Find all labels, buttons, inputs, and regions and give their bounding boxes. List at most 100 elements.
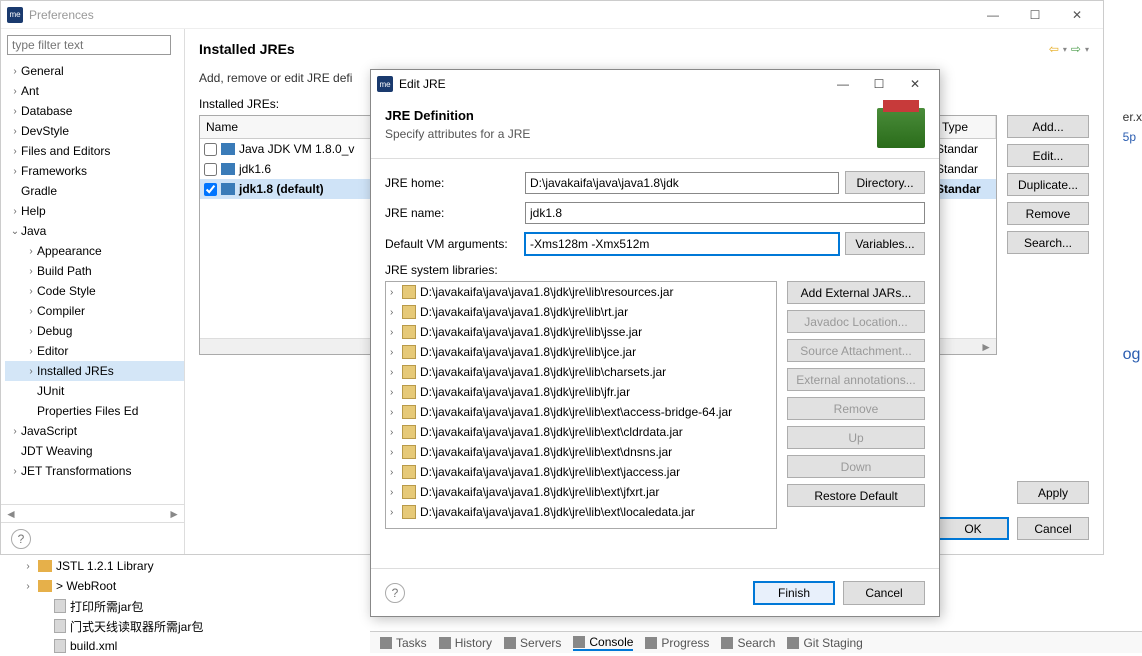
expand-icon[interactable]: › [9, 86, 21, 97]
dialog-minimize-button[interactable]: — [825, 72, 861, 96]
side-button[interactable]: Search... [1007, 231, 1089, 254]
tree-item[interactable]: ›General [5, 61, 184, 81]
lib-item[interactable]: ›D:\javakaifa\java\java1.8\jdk\jre\lib\e… [386, 462, 776, 482]
bottom-tab[interactable]: Git Staging [787, 636, 862, 650]
back-menu-icon[interactable]: ▾ [1063, 45, 1067, 54]
jre-checkbox[interactable] [204, 143, 217, 156]
dialog-close-button[interactable]: ✕ [897, 72, 933, 96]
expand-icon[interactable]: › [9, 126, 21, 137]
bottom-tab[interactable]: Search [721, 636, 775, 650]
dialog-side-button[interactable]: Restore Default [787, 484, 925, 507]
forward-menu-icon[interactable]: ▾ [1085, 45, 1089, 54]
directory-button[interactable]: Directory... [845, 171, 925, 194]
expand-icon[interactable]: › [25, 286, 37, 297]
lib-item[interactable]: ›D:\javakaifa\java\java1.8\jdk\jre\lib\e… [386, 442, 776, 462]
finish-button[interactable]: Finish [753, 581, 835, 605]
expand-icon[interactable]: › [9, 466, 21, 477]
expand-icon[interactable]: › [390, 487, 402, 498]
expand-icon[interactable]: › [390, 427, 402, 438]
proj-item[interactable]: build.xml [12, 636, 203, 656]
tree-item[interactable]: ›Build Path [5, 261, 184, 281]
dialog-maximize-button[interactable]: ☐ [861, 72, 897, 96]
tree-item[interactable]: ⌄Java [5, 221, 184, 241]
filter-input[interactable] [7, 35, 171, 55]
expand-icon[interactable]: › [9, 206, 21, 217]
close-button[interactable]: ✕ [1057, 3, 1097, 27]
expand-icon[interactable]: › [9, 166, 21, 177]
lib-item[interactable]: ›D:\javakaifa\java\java1.8\jdk\jre\lib\e… [386, 422, 776, 442]
tree-item[interactable]: ›Appearance [5, 241, 184, 261]
tree-item[interactable]: ›Ant [5, 81, 184, 101]
lib-item[interactable]: ›D:\javakaifa\java\java1.8\jdk\jre\lib\e… [386, 482, 776, 502]
expand-icon[interactable]: › [22, 581, 34, 592]
lib-item[interactable]: ›D:\javakaifa\java\java1.8\jdk\jre\lib\j… [386, 382, 776, 402]
dialog-help-icon[interactable]: ? [385, 583, 405, 603]
proj-item[interactable]: 打印所需jar包 [12, 596, 203, 616]
expand-icon[interactable]: › [25, 246, 37, 257]
tree-item[interactable]: Properties Files Ed [5, 401, 184, 421]
expand-icon[interactable]: › [9, 146, 21, 157]
jre-checkbox[interactable] [204, 163, 217, 176]
jre-home-input[interactable] [525, 172, 839, 194]
vmargs-input[interactable] [525, 233, 839, 255]
expand-icon[interactable]: › [390, 387, 402, 398]
bottom-tabs[interactable]: Tasks History Servers Console Progress Search… [370, 631, 1142, 653]
back-icon[interactable]: ⇦ [1049, 42, 1059, 56]
variables-button[interactable]: Variables... [845, 232, 925, 255]
dialog-cancel-button[interactable]: Cancel [843, 581, 925, 605]
expand-icon[interactable]: › [9, 66, 21, 77]
expand-icon[interactable]: › [390, 287, 402, 298]
tree-item[interactable]: ›JET Transformations [5, 461, 184, 481]
tree-item[interactable]: ›Code Style [5, 281, 184, 301]
side-button[interactable]: Edit... [1007, 144, 1089, 167]
col-type[interactable]: Type [936, 116, 996, 138]
expand-icon[interactable]: › [25, 326, 37, 337]
lib-item[interactable]: ›D:\javakaifa\java\java1.8\jdk\jre\lib\r… [386, 302, 776, 322]
tree-item[interactable]: ›Database [5, 101, 184, 121]
bottom-tab[interactable]: Console [573, 635, 633, 651]
tree-item[interactable]: ›Installed JREs [5, 361, 184, 381]
expand-icon[interactable]: › [390, 507, 402, 518]
expand-icon[interactable]: › [390, 327, 402, 338]
prefs-tree[interactable]: ›General›Ant›Database›DevStyle›Files and… [1, 61, 184, 504]
lib-item[interactable]: ›D:\javakaifa\java\java1.8\jdk\jre\lib\e… [386, 402, 776, 422]
bottom-tab[interactable]: Servers [504, 636, 561, 650]
bottom-tab[interactable]: History [439, 636, 492, 650]
expand-icon[interactable]: › [9, 106, 21, 117]
ok-button[interactable]: OK [937, 517, 1009, 540]
expand-icon[interactable]: › [25, 266, 37, 277]
dialog-titlebar[interactable]: me Edit JRE — ☐ ✕ [371, 70, 939, 98]
tree-item[interactable]: ›Compiler [5, 301, 184, 321]
expand-icon[interactable]: › [9, 426, 21, 437]
bottom-tab[interactable]: Progress [645, 636, 709, 650]
expand-icon[interactable]: › [390, 467, 402, 478]
bottom-tab[interactable]: Tasks [380, 636, 427, 650]
lib-list[interactable]: ›D:\javakaifa\java\java1.8\jdk\jre\lib\r… [385, 281, 777, 529]
tree-item[interactable]: JUnit [5, 381, 184, 401]
lib-item[interactable]: ›D:\javakaifa\java\java1.8\jdk\jre\lib\c… [386, 362, 776, 382]
cancel-button[interactable]: Cancel [1017, 517, 1089, 540]
expand-icon[interactable]: › [22, 561, 34, 572]
expand-icon[interactable]: ⌄ [9, 226, 21, 237]
maximize-button[interactable]: ☐ [1015, 3, 1055, 27]
tree-item[interactable]: Gradle [5, 181, 184, 201]
forward-icon[interactable]: ⇨ [1071, 42, 1081, 56]
dialog-side-button[interactable]: Add External JARs... [787, 281, 925, 304]
expand-icon[interactable]: › [390, 447, 402, 458]
lib-item[interactable]: ›D:\javakaifa\java\java1.8\jdk\jre\lib\e… [386, 502, 776, 522]
apply-button[interactable]: Apply [1017, 481, 1089, 504]
lib-item[interactable]: ›D:\javakaifa\java\java1.8\jdk\jre\lib\j… [386, 322, 776, 342]
expand-icon[interactable]: › [390, 347, 402, 358]
side-button[interactable]: Add... [1007, 115, 1089, 138]
tree-item[interactable]: ›Files and Editors [5, 141, 184, 161]
proj-item[interactable]: ›JSTL 1.2.1 Library [12, 556, 203, 576]
tree-item[interactable]: JDT Weaving [5, 441, 184, 461]
expand-icon[interactable]: › [390, 307, 402, 318]
tree-item[interactable]: ›Help [5, 201, 184, 221]
expand-icon[interactable]: › [390, 367, 402, 378]
tree-item[interactable]: ›DevStyle [5, 121, 184, 141]
tree-hscroll[interactable]: ◄► [1, 504, 184, 522]
lib-item[interactable]: ›D:\javakaifa\java\java1.8\jdk\jre\lib\j… [386, 342, 776, 362]
proj-item[interactable]: ›> WebRoot [12, 576, 203, 596]
tree-item[interactable]: ›Debug [5, 321, 184, 341]
